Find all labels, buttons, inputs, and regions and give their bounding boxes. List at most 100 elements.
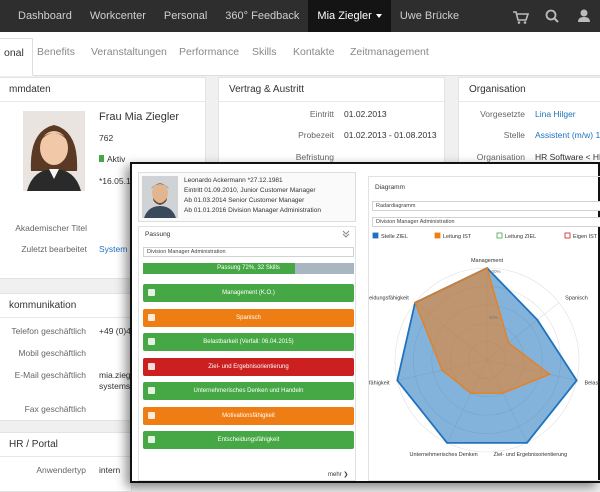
- thumbs-down-icon: [148, 411, 155, 419]
- organisation-label: Organisation: [476, 152, 525, 162]
- more-link[interactable]: mehr ❯: [328, 471, 348, 478]
- cart-button[interactable]: 0: [504, 0, 550, 72]
- search-button[interactable]: [536, 0, 568, 32]
- zuletzt-bearbeitet-label: Zuletzt bearbeitet: [21, 244, 87, 254]
- nav-360-feedback[interactable]: 360° Feedback: [216, 0, 308, 32]
- vorgesetzte-label: Vorgesetzte: [480, 109, 525, 119]
- tab-bar: onal Benefits Veranstaltungen Performanc…: [0, 32, 600, 76]
- email-value[interactable]: mia.ziegl: [99, 370, 133, 380]
- thumbs-up-icon: [148, 387, 155, 394]
- thumbs-up-icon: [148, 436, 155, 443]
- skill-label: Management (K.O.): [222, 290, 275, 296]
- tab-performance[interactable]: Performance: [179, 46, 239, 58]
- diagram-panel: Diagramm Radardiagramm Division Manager …: [368, 176, 600, 481]
- tab-kontakte[interactable]: Kontakte: [293, 46, 334, 58]
- skill-item[interactable]: Ziel- und Ergebnisorientierung: [143, 357, 354, 376]
- radar-point: [441, 369, 444, 372]
- category-label: Motivationsfähigkeit: [369, 380, 390, 386]
- more-link-label: mehr: [328, 472, 342, 478]
- radar-point: [396, 379, 399, 382]
- category-label: Entscheidungsfähigkeit: [369, 296, 409, 302]
- legend-swatch: [434, 232, 441, 239]
- category-label: Management: [471, 258, 504, 264]
- passung-panel: Passung Division Manager Administration …: [138, 226, 356, 481]
- chevron-down-icon: [375, 14, 382, 19]
- probezeit-value: 01.02.2013 - 01.08.2013: [344, 130, 437, 140]
- telefon-value: +49 (0)4: [99, 326, 131, 336]
- legend-label: Leitung ZIEL: [505, 234, 536, 240]
- organisation-title: Organisation: [459, 78, 600, 102]
- email-label: E-Mail geschäftlich: [14, 370, 86, 380]
- skill-item[interactable]: Unternehmerisches Denken und Handeln: [143, 382, 354, 400]
- employee-photo: [23, 111, 85, 191]
- tab-zeitmanagement[interactable]: Zeitmanagement: [350, 46, 429, 58]
- radar-point: [536, 318, 539, 321]
- nav-personal[interactable]: Personal: [155, 0, 216, 32]
- tab-personal[interactable]: onal: [0, 38, 33, 76]
- zuletzt-bearbeitet-value[interactable]: System: [99, 244, 127, 254]
- skill-item[interactable]: Belastbarkeit (Verfall: 06.04.2015): [143, 333, 354, 351]
- anwendertyp-value: intern: [99, 465, 121, 475]
- nav-current-employee[interactable]: Mia Ziegler: [308, 0, 391, 32]
- radar-point: [470, 392, 472, 395]
- nav-dashboard[interactable]: Dashboard: [0, 0, 81, 32]
- position-select[interactable]: Division Manager Administration: [143, 247, 354, 257]
- eintritt-label: Eintritt: [309, 109, 334, 119]
- passung-title: Passung: [145, 231, 171, 238]
- chart-position-select[interactable]: Division Manager Administration: [372, 217, 600, 227]
- thumbs-down-icon: [148, 362, 155, 370]
- vorgesetzte-value[interactable]: Lina Hilger: [535, 109, 576, 119]
- category-label: Ziel- und Ergebnisorientierung: [494, 452, 568, 458]
- radar-point: [486, 267, 488, 269]
- skill-item[interactable]: Spanisch: [143, 308, 354, 327]
- probezeit-label: Probezeit: [298, 130, 334, 140]
- hr-portal-title: HR / Portal: [0, 433, 131, 457]
- akademischer-titel-label: Akademischer Titel: [15, 223, 87, 233]
- mobil-label: Mobil geschäftlich: [18, 348, 86, 358]
- skill-label: Spanisch: [236, 314, 261, 321]
- scale-label: 50%: [489, 315, 498, 320]
- organisation-value: HR Software < HR: [535, 152, 600, 162]
- legend-swatch: [372, 232, 379, 239]
- legend-swatch: [564, 232, 571, 239]
- stelle-value[interactable]: Assistent (m/w) 10: [535, 130, 600, 140]
- profile-line-2: Eintritt 01.09.2010, Junior Customer Man…: [184, 187, 316, 194]
- scale-label: 100%: [489, 269, 501, 274]
- chart-type-select-value: Radardiagramm: [376, 203, 416, 209]
- skill-item[interactable]: Entscheidungsfähigkeit: [143, 431, 354, 449]
- tab-veranstaltungen[interactable]: Veranstaltungen: [91, 46, 167, 58]
- chart-type-select[interactable]: Radardiagramm: [372, 201, 600, 211]
- cart-icon: [513, 11, 530, 24]
- radar-chart: Stelle ZIEL Leitung IST Leitung ZIEL Eigen …: [369, 232, 600, 458]
- tab-skills[interactable]: Skills: [252, 46, 277, 58]
- radar-point: [548, 373, 551, 376]
- collapse-chevron-icon[interactable]: [342, 230, 350, 238]
- employee-birthdate: *16.05.1: [99, 176, 131, 186]
- skill-item[interactable]: Motivationsfähigkeit: [143, 406, 354, 425]
- employee-status: Aktiv: [107, 154, 126, 164]
- tab-benefits[interactable]: Benefits: [37, 46, 75, 58]
- diagram-title: Diagramm: [375, 184, 405, 191]
- skill-label: Unternehmerisches Denken und Handeln: [193, 388, 304, 394]
- employee-name: Frau Mia Ziegler: [99, 111, 180, 123]
- skill-label: Ziel- und Ergebnisorientierung: [208, 363, 289, 370]
- legend-swatch: [496, 232, 503, 239]
- employee-number: 762: [99, 133, 114, 143]
- nav-uwe-bruecke[interactable]: Uwe Brücke: [391, 0, 468, 32]
- befristung-label: Befristung: [295, 152, 334, 162]
- radar-point: [575, 379, 578, 382]
- nav-workcenter[interactable]: Workcenter: [81, 0, 155, 32]
- stelle-label: Stelle: [503, 130, 525, 140]
- profile-line-4: Ab 01.01.2016 Division Manager Administr…: [184, 207, 321, 214]
- legend-label: Leitung IST: [443, 234, 472, 240]
- user-menu-button[interactable]: [568, 0, 600, 32]
- search-icon: [545, 9, 559, 23]
- eintritt-value: 01.02.2013: [344, 109, 387, 119]
- category-label: Unternehmerisches Denken: [410, 452, 478, 458]
- skills-overlay-window: Leonardo Ackermann *27.12.1981 Eintritt …: [130, 162, 600, 483]
- profile-line-3: Ab 01.03.2014 Senior Customer Manager: [184, 197, 305, 204]
- thumbs-up-icon: [148, 338, 155, 345]
- skill-item[interactable]: Management (K.O.): [143, 284, 354, 302]
- profile-card: Leonardo Ackermann *27.12.1981 Eintritt …: [138, 172, 356, 222]
- status-indicator-icon: [99, 155, 104, 162]
